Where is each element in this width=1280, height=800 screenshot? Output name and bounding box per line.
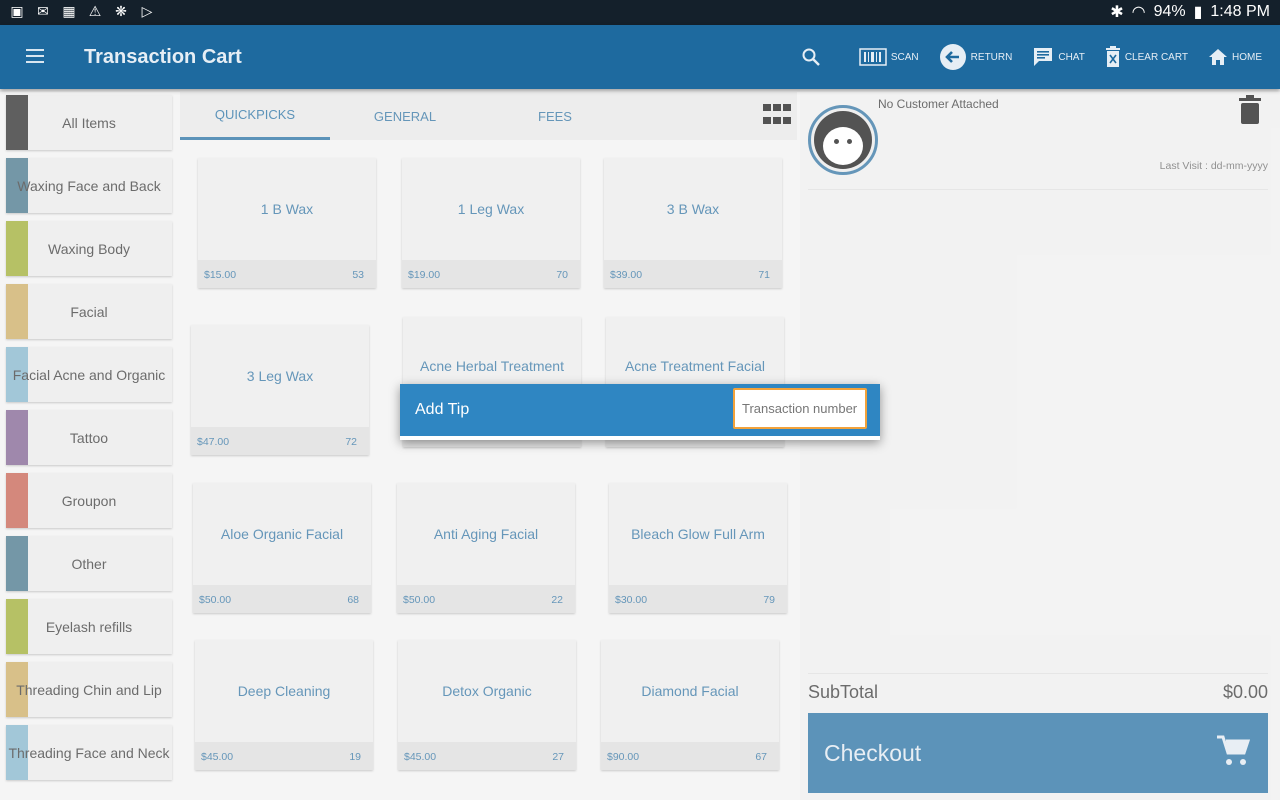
toolbar-actions: SCAN RETURN CHAT CLEAR CART HOME xyxy=(801,25,1262,89)
cloud-icon: ❋ xyxy=(115,3,127,19)
clear-cart-button[interactable]: CLEAR CART xyxy=(1105,46,1188,68)
search-icon xyxy=(802,48,820,66)
warning-icon: ⚠ xyxy=(88,3,102,19)
home-icon xyxy=(1209,49,1227,65)
transaction-number-input[interactable] xyxy=(733,388,867,429)
wifi-icon: ◠ xyxy=(1131,4,1146,21)
return-icon xyxy=(939,44,966,70)
search-button[interactable] xyxy=(801,47,821,67)
battery-icon: ▮ xyxy=(1193,4,1203,21)
return-label: RETURN xyxy=(970,51,1013,63)
barcode-icon xyxy=(859,48,887,66)
play-store-icon: ▷ xyxy=(141,3,153,19)
clock: 1:48 PM xyxy=(1210,3,1270,20)
chat-label: CHAT xyxy=(1058,51,1085,63)
add-tip-dialog: Add Tip xyxy=(400,384,880,440)
image-icon: ▣ xyxy=(10,3,24,19)
app-toolbar: Transaction Cart SCAN RETURN CHAT CLEAR … xyxy=(0,25,1280,89)
system-status-bar: ▣ ✉ ▦ ⚠ ❋ ▷ ✱ ◠ 94% ▮ 1:48 PM xyxy=(0,0,1280,25)
clear-cart-icon xyxy=(1105,46,1120,67)
home-label: HOME xyxy=(1232,51,1262,63)
gmail-icon: ✉ xyxy=(37,3,49,19)
page-title: Transaction Cart xyxy=(84,46,242,68)
scan-label: SCAN xyxy=(890,51,919,63)
home-button[interactable]: HOME xyxy=(1208,48,1262,66)
return-button[interactable]: RETURN xyxy=(939,43,1013,71)
chat-button[interactable]: CHAT xyxy=(1032,46,1085,68)
clear-cart-label: CLEAR CART xyxy=(1124,51,1188,63)
notification-icons: ▣ ✉ ▦ ⚠ ❋ ▷ xyxy=(8,3,156,19)
dialog-title: Add Tip xyxy=(415,401,470,418)
system-indicators: ✱ ◠ 94% ▮ 1:48 PM xyxy=(1110,2,1270,22)
dialog-header: Add Tip xyxy=(400,384,880,436)
battery-percent: 94% xyxy=(1153,3,1186,20)
hamburger-menu-icon[interactable] xyxy=(26,45,62,69)
calendar-icon: ▦ xyxy=(62,3,76,19)
scan-button[interactable]: SCAN xyxy=(859,47,919,67)
bluetooth-icon: ✱ xyxy=(1110,4,1124,21)
chat-icon xyxy=(1034,48,1053,66)
modal-overlay[interactable] xyxy=(0,92,1280,800)
